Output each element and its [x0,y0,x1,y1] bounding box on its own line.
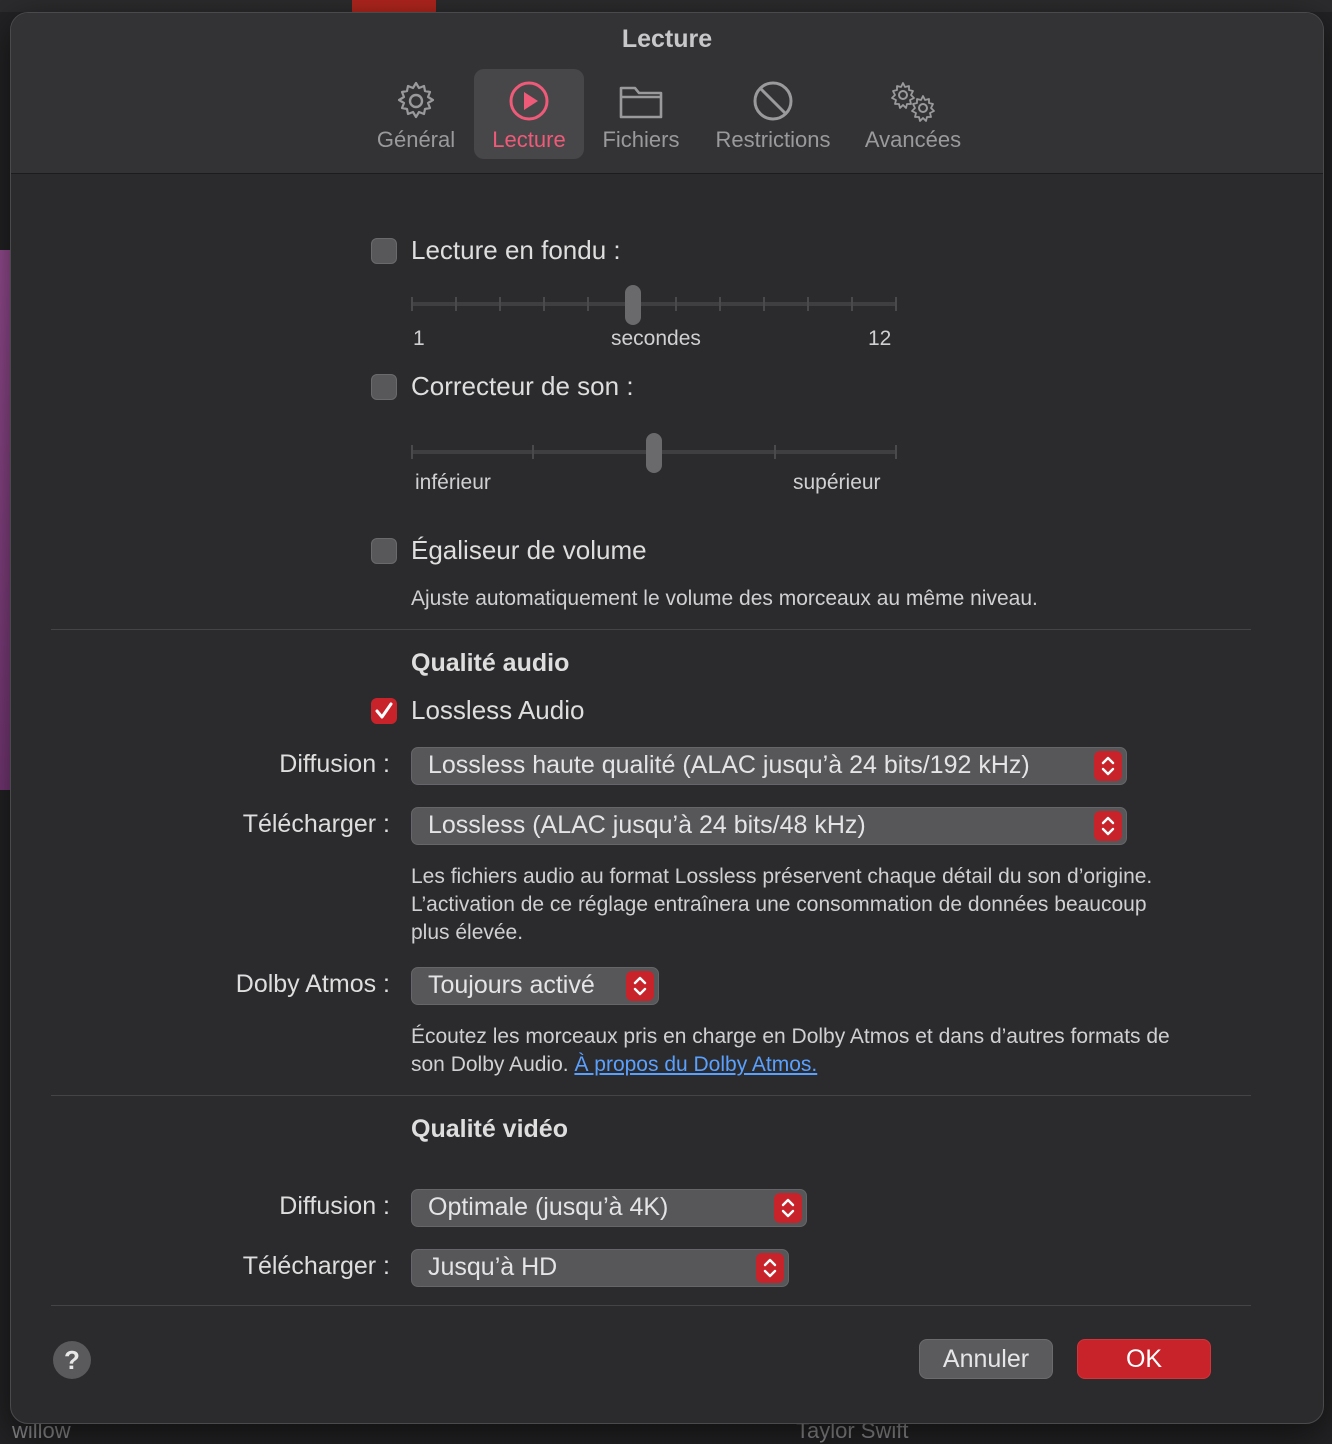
slider-track [411,302,897,306]
prohibited-icon [753,81,793,121]
audio-streaming-popup[interactable]: Lossless haute qualité (ALAC jusqu’à 24 … [411,747,1127,785]
dolby-atmos-label: Dolby Atmos : [235,970,390,998]
slider-tick [543,297,545,311]
crossfade-slider[interactable] [411,285,897,325]
slider-tick [455,297,457,311]
gears-icon [891,82,935,122]
updown-arrows-icon [626,971,654,1001]
tab-label: Général [376,127,456,152]
preferences-window: Lecture Général Lecture Fichiers Restric… [10,12,1324,1424]
updown-arrows-icon [1094,811,1122,841]
audio-download-popup[interactable]: Lossless (ALAC jusqu’à 24 bits/48 kHz) [411,807,1127,845]
toolbar: Lecture Général Lecture Fichiers Restric… [11,13,1323,174]
slider-tick [411,445,413,459]
crossfade-checkbox[interactable] [371,238,397,264]
crossfade-min-label: 1 [413,327,425,350]
slider-tick [411,297,413,311]
ok-button[interactable]: OK [1077,1339,1211,1379]
slider-tick [587,297,589,311]
updown-arrows-icon [774,1193,802,1223]
audio-quality-heading: Qualité audio [411,649,570,677]
sound-check-description: Ajuste automatiquement le volume des mor… [411,587,1038,610]
sound-enhancer-checkbox[interactable] [371,374,397,400]
slider-tick [807,297,809,311]
slider-tick [895,297,897,311]
video-quality-heading: Qualité vidéo [411,1115,568,1143]
tab-advanced[interactable]: Avancées [853,69,973,159]
play-circle-icon [509,81,549,121]
section-divider [51,629,1251,630]
updown-arrows-icon [1094,751,1122,781]
checkmark-icon [375,702,393,719]
help-button[interactable]: ? [53,1341,91,1379]
popup-value: Jusqu’à HD [428,1253,558,1281]
crossfade-max-label: 12 [868,327,892,350]
dolby-atmos-popup[interactable]: Toujours activé [411,967,659,1005]
tab-playback[interactable]: Lecture [474,69,584,159]
tab-files[interactable]: Fichiers [589,69,693,159]
popup-value: Lossless haute qualité (ALAC jusqu’à 24 … [428,751,1030,779]
video-streaming-popup[interactable]: Optimale (jusqu’à 4K) [411,1189,807,1227]
slider-thumb[interactable] [624,285,641,325]
section-divider [51,1305,1251,1306]
slider-tick [774,445,776,459]
crossfade-label: Lecture en fondu : [411,235,621,265]
tab-general[interactable]: Général [363,69,469,159]
tab-label: Restrictions [715,127,831,152]
sound-enhancer-low-label: inférieur [415,471,491,494]
slider-tick [532,445,534,459]
slider-tick [499,297,501,311]
sound-check-checkbox[interactable] [371,538,397,564]
tab-label: Avancées [864,127,962,152]
video-download-label: Télécharger : [242,1252,390,1280]
sound-enhancer-slider[interactable] [411,433,897,473]
gear-icon [397,81,435,119]
popup-value: Toujours activé [428,971,595,999]
popup-value: Optimale (jusqu’à 4K) [428,1193,669,1221]
lossless-checkbox[interactable] [371,698,397,724]
slider-tick [719,297,721,311]
slider-thumb[interactable] [646,433,662,473]
audio-download-label: Télécharger : [242,810,390,838]
background-window-toolbar [0,0,1332,12]
popup-value: Lossless (ALAC jusqu’à 24 bits/48 kHz) [428,811,866,839]
sound-enhancer-high-label: supérieur [793,471,881,494]
tab-label: Fichiers [602,127,680,152]
lossless-description: Les fichiers audio au format Lossless pr… [411,865,1153,944]
tab-label: Lecture [492,127,566,152]
dolby-atmos-link[interactable]: À propos du Dolby Atmos. [574,1053,817,1076]
section-divider [51,1095,1251,1096]
audio-streaming-label: Diffusion : [279,750,390,778]
sound-check-label: Égaliseur de volume [411,535,647,565]
sound-enhancer-label: Correcteur de son : [411,371,634,401]
video-streaming-label: Diffusion : [279,1192,390,1220]
slider-tick [763,297,765,311]
background-artwork-edge [0,250,10,790]
dolby-atmos-description: Écoutez les morceaux pris en charge en D… [411,1023,1181,1079]
video-download-popup[interactable]: Jusqu’à HD [411,1249,789,1287]
slider-tick [851,297,853,311]
updown-arrows-icon [756,1253,784,1283]
slider-tick [895,445,897,459]
cancel-button[interactable]: Annuler [919,1339,1053,1379]
window-title: Lecture [621,25,713,53]
tab-restrictions[interactable]: Restrictions [701,69,845,159]
crossfade-unit-label: secondes [611,327,701,350]
lossless-label: Lossless Audio [411,695,585,725]
folder-icon [619,86,663,119]
slider-tick [675,297,677,311]
